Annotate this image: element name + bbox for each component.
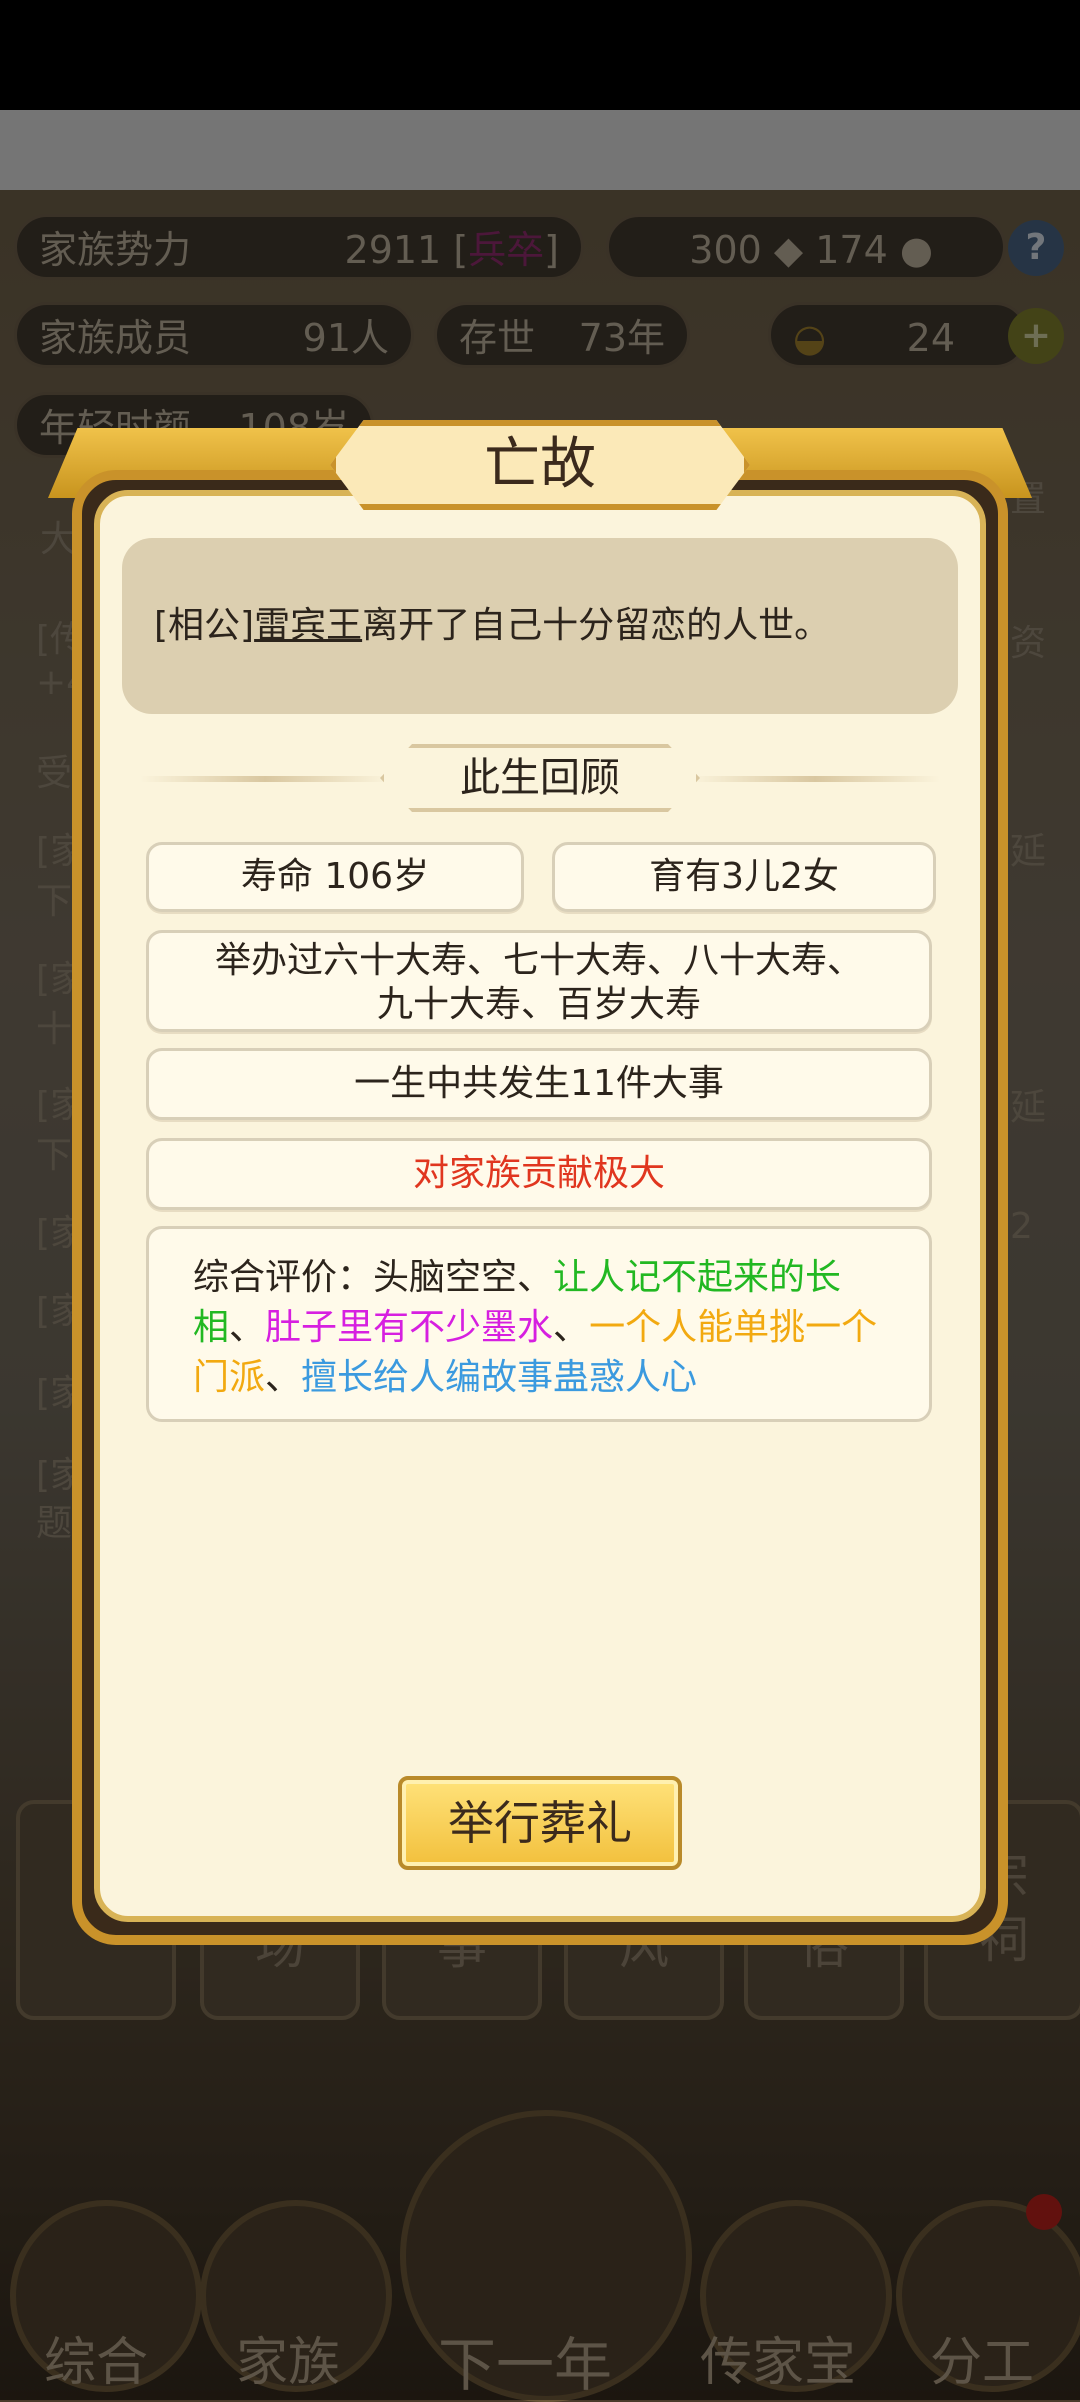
evaluation-label: 综合评价： [193,1257,374,1298]
children-box: 育有3儿2女 [552,842,936,912]
app-title-bar [0,110,1080,190]
birthdays-line-2: 九十大寿、百岁大寿 [376,984,701,1025]
trait-separator: 、 [229,1307,266,1348]
trait-separator: 、 [517,1257,554,1298]
trait-separator: 、 [553,1307,590,1348]
trait-5: 擅长给人编故事蛊惑人心 [301,1357,698,1398]
lifespan-box: 寿命 106岁 [146,842,524,912]
message-text: 离开了自己十分留恋的人世。 [362,605,831,646]
dialog-title: 亡故 [330,420,750,510]
message-relation: [相公] [154,605,255,646]
trait-1: 头脑空空 [373,1257,518,1298]
trait-3: 肚子里有不少墨水 [265,1307,554,1348]
evaluation-box: 综合评价：头脑空空、让人记不起来的长相、肚子里有不少墨水、一个人能单挑一个门派、… [146,1226,932,1422]
death-message: [相公]雷宾王离开了自己十分留恋的人世。 [122,538,958,714]
contribution-box: 对家族贡献极大 [146,1138,932,1210]
divider-right [690,776,940,782]
events-box: 一生中共发生11件大事 [146,1048,932,1120]
birthdays-box: 举办过六十大寿、七十大寿、八十大寿、 九十大寿、百岁大寿 [146,930,932,1032]
birthdays-line-1: 举办过六十大寿、七十大寿、八十大寿、 [214,940,863,981]
status-bar [0,0,1080,110]
deceased-name[interactable]: 雷宾王 [254,605,362,646]
children-text: 育有3儿2女 [649,856,839,897]
hold-funeral-button[interactable]: 举行葬礼 [398,1776,682,1870]
trait-separator: 、 [265,1357,302,1398]
contribution-text: 对家族贡献极大 [412,1153,665,1194]
divider-left [140,776,390,782]
section-title: 此生回顾 [380,744,700,812]
events-text: 一生中共发生11件大事 [354,1063,724,1104]
lifespan-text: 寿命 106岁 [240,856,430,897]
